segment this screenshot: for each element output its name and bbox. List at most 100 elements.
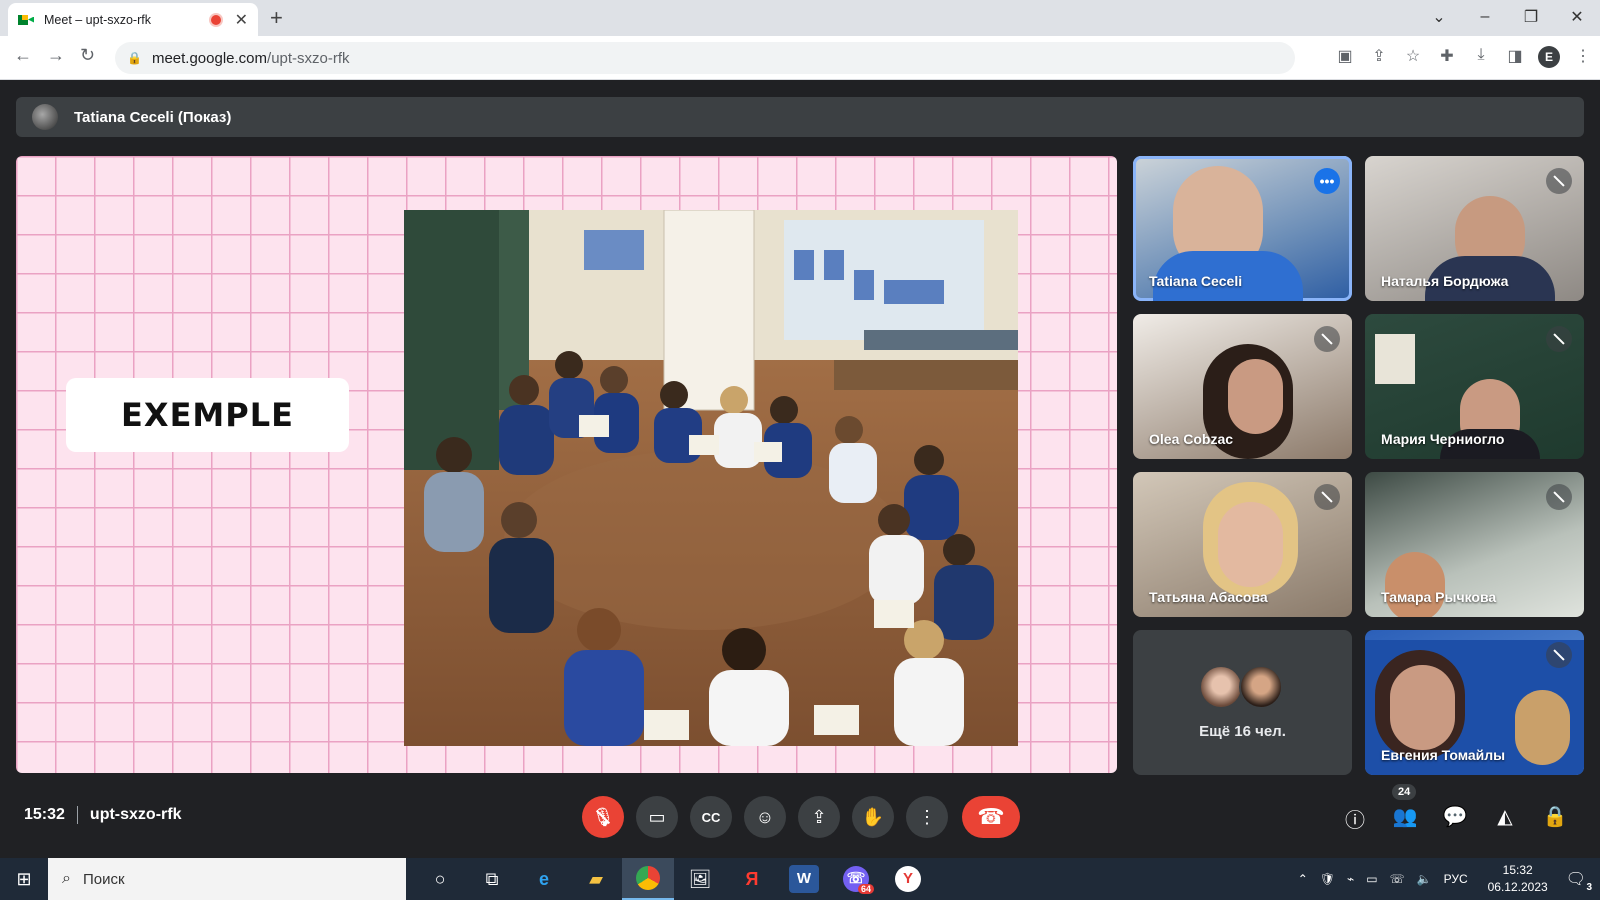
- security-icon[interactable]: 🛡: [1320, 872, 1335, 886]
- classroom-photo: [404, 210, 1018, 746]
- presenter-banner: Tatiana Ceceli (Показ): [16, 97, 1584, 137]
- participant-tile[interactable]: Татьяна Абасова: [1133, 472, 1352, 617]
- muted-mic-icon: [1546, 168, 1572, 194]
- file-explorer-icon[interactable]: ▰: [570, 858, 622, 900]
- browser-toolbar: ← → ↻ 🔒 meet.google.com/upt-sxzo-rfk ▣ ⇪…: [0, 36, 1600, 80]
- chrome-icon[interactable]: [622, 858, 674, 900]
- raise-hand-button[interactable]: ✋: [852, 796, 894, 838]
- windows-taskbar: ⊞ ⌕ Поиск ○ ⧉ e ▰ 🖼 Я W ☏ 64 Y ⌃ 🛡 ⌁ ▭ ☏ …: [0, 858, 1600, 900]
- word-icon[interactable]: W: [778, 858, 830, 900]
- participant-tile[interactable]: Тамара Рычкова: [1365, 472, 1584, 617]
- participant-name: Tatiana Ceceli: [1149, 273, 1243, 289]
- call-controls: 🎙 ▭ CC ☺ ⇪ ✋ ⋮ ☎: [582, 796, 1020, 838]
- muted-mic-icon: [1314, 484, 1340, 510]
- side-panel-icon[interactable]: ◨: [1498, 46, 1532, 68]
- more-participants-label: Ещё 16 чел.: [1199, 723, 1286, 740]
- participant-tile[interactable]: Olea Cobzac: [1133, 314, 1352, 459]
- yandex-browser-icon[interactable]: Y: [882, 858, 934, 900]
- presenter-name: Tatiana Ceceli (Показ): [74, 108, 232, 126]
- participant-name: Мария Черниогло: [1381, 431, 1505, 447]
- back-icon[interactable]: ←: [14, 45, 32, 66]
- meeting-info: 15:32 upt-sxzo-rfk: [24, 806, 181, 824]
- meeting-time: 15:32: [24, 806, 65, 823]
- photos-icon[interactable]: 🖼: [674, 858, 726, 900]
- network-icon[interactable]: ⌁: [1347, 872, 1354, 886]
- participant-name: Евгения Томайлы: [1381, 747, 1506, 763]
- lock-icon: 🔒: [127, 51, 142, 65]
- shared-screen: EXEMPLE: [16, 156, 1117, 773]
- clock-time: 15:32: [1502, 863, 1533, 877]
- chat-icon[interactable]: 💬: [1430, 804, 1480, 833]
- search-placeholder: Поиск: [82, 870, 125, 888]
- search-icon: ⌕: [62, 870, 71, 887]
- address-bar[interactable]: 🔒 meet.google.com/upt-sxzo-rfk: [115, 42, 1295, 74]
- camera-icon[interactable]: ▣: [1328, 46, 1362, 68]
- muted-mic-icon: [1546, 642, 1572, 668]
- muted-mic-icon: [1546, 326, 1572, 352]
- more-participants-tile[interactable]: Ещё 16 чел.: [1133, 630, 1352, 775]
- system-tray: ⌃ 🛡 ⌁ ▭ ☏ 🔈 РУС 15:32 06.12.2023 🗨 3: [1292, 858, 1600, 900]
- notifications-icon[interactable]: 🗨 3: [1566, 869, 1592, 893]
- windows-start-icon[interactable]: ⊞: [0, 858, 48, 900]
- end-call-button[interactable]: ☎: [962, 796, 1020, 838]
- presenter-avatar: [32, 104, 58, 130]
- viber-icon[interactable]: ☏ 64: [830, 858, 882, 900]
- taskbar-clock[interactable]: 15:32 06.12.2023: [1488, 862, 1548, 896]
- volume-icon[interactable]: 🔈: [1417, 872, 1432, 886]
- close-tab-icon[interactable]: ✕: [235, 10, 248, 30]
- taskbar-search[interactable]: ⌕ Поиск: [48, 858, 406, 900]
- minimize-button[interactable]: –: [1462, 0, 1508, 34]
- participant-tile[interactable]: Наталья Бордюжа: [1365, 156, 1584, 301]
- more-options-button[interactable]: ⋮: [906, 796, 948, 838]
- participant-name: Olea Cobzac: [1149, 431, 1234, 447]
- tab-title: Meet – upt-sxzo-rfk: [44, 12, 151, 27]
- people-icon[interactable]: 👥 24: [1380, 784, 1430, 833]
- forward-icon[interactable]: →: [47, 45, 65, 66]
- activities-icon[interactable]: ◭: [1480, 804, 1530, 833]
- reactions-button[interactable]: ☺: [744, 796, 786, 838]
- microphone-button[interactable]: 🎙: [582, 796, 624, 838]
- edge-icon[interactable]: e: [518, 858, 570, 900]
- viber-tray-icon[interactable]: ☏: [1390, 872, 1405, 886]
- recording-indicator-icon: [210, 14, 221, 25]
- new-tab-button[interactable]: +: [270, 5, 283, 31]
- participant-tile[interactable]: Мария Черниогло: [1365, 314, 1584, 459]
- close-window-button[interactable]: ✕: [1554, 0, 1600, 34]
- viber-badge: 64: [857, 884, 874, 894]
- muted-mic-icon: [1314, 326, 1340, 352]
- captions-button[interactable]: CC: [690, 796, 732, 838]
- slide-label: EXEMPLE: [66, 378, 349, 452]
- show-hidden-icons-icon[interactable]: ⌃: [1298, 872, 1308, 886]
- profile-avatar[interactable]: E: [1532, 46, 1566, 68]
- yandex-icon[interactable]: Я: [726, 858, 778, 900]
- host-controls-icon[interactable]: 🔒: [1530, 804, 1580, 833]
- display-icon[interactable]: ▭: [1366, 872, 1377, 886]
- extensions-icon[interactable]: ✚: [1430, 46, 1464, 68]
- url-host: meet.google.com: [151, 49, 268, 67]
- participant-name: Татьяна Абасова: [1149, 589, 1268, 605]
- task-view-icon[interactable]: ⧉: [466, 858, 518, 900]
- participant-name: Наталья Бордюжа: [1381, 273, 1509, 289]
- clock-date: 06.12.2023: [1487, 880, 1548, 894]
- restore-button[interactable]: ❐: [1508, 0, 1554, 34]
- more-options-icon[interactable]: •••: [1314, 168, 1340, 194]
- side-controls: ⓘ 👥 24 💬 ◭ 🔒: [1330, 784, 1580, 833]
- share-icon[interactable]: ⇪: [1362, 46, 1396, 68]
- tab-search-icon[interactable]: ⌄: [1416, 0, 1462, 34]
- menu-kebab-icon[interactable]: ⋮: [1566, 46, 1600, 68]
- cortana-icon[interactable]: ○: [414, 858, 466, 900]
- download-icon[interactable]: ⤓: [1464, 46, 1498, 68]
- muted-mic-icon: [1546, 484, 1572, 510]
- browser-tab[interactable]: Meet – upt-sxzo-rfk ✕: [8, 3, 258, 36]
- participant-avatar: [1238, 665, 1283, 709]
- present-button[interactable]: ⇪: [798, 796, 840, 838]
- url-path: /upt-sxzo-rfk: [267, 49, 350, 67]
- meeting-details-icon[interactable]: ⓘ: [1330, 804, 1380, 833]
- reload-icon[interactable]: ↻: [80, 45, 95, 66]
- bookmark-star-icon[interactable]: ☆: [1396, 46, 1430, 68]
- participant-avatar: [1198, 665, 1243, 709]
- camera-button[interactable]: ▭: [636, 796, 678, 838]
- participant-tile[interactable]: ••• Tatiana Ceceli: [1133, 156, 1352, 301]
- language-indicator[interactable]: РУС: [1444, 872, 1468, 886]
- participant-tile[interactable]: Евгения Томайлы: [1365, 630, 1584, 775]
